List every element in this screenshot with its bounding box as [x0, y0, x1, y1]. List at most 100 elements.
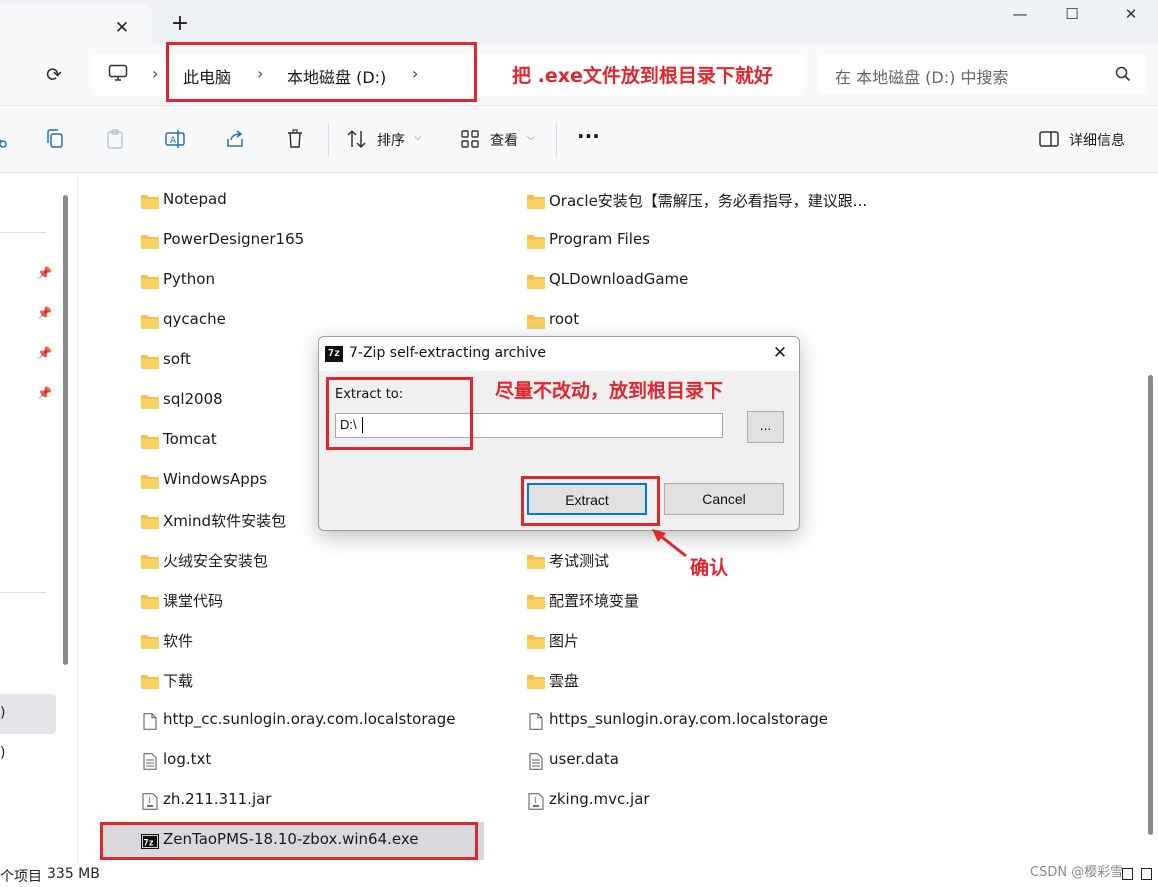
- chevron-down-icon: ⌵: [527, 132, 535, 143]
- chevron-down-icon: ⌵: [414, 132, 422, 143]
- folder-icon: [140, 273, 160, 290]
- sort-button[interactable]: 排序: [377, 130, 405, 150]
- selected-file-highlight-box: [100, 822, 478, 860]
- item-name: 软件: [163, 632, 194, 650]
- file-item[interactable]: user.data: [526, 746, 906, 776]
- details-pane-icon[interactable]: [1038, 128, 1060, 150]
- nav-item-label-fragment[interactable]: ): [0, 745, 5, 761]
- annotation-top-note: 把 .exe文件放到根目录下就好: [512, 65, 773, 87]
- folder-icon: [526, 233, 546, 250]
- pin-icon[interactable]: 📌: [37, 386, 52, 400]
- folder-icon: [526, 313, 546, 330]
- dialog-titlebar[interactable]: 7z 7-Zip self-extracting archive ✕: [319, 337, 799, 371]
- folder-icon: [140, 473, 160, 490]
- details-button[interactable]: 详细信息: [1069, 130, 1125, 150]
- toolbar-divider: [556, 123, 557, 157]
- item-name: Oracle安装包【需解压，务必看指导，建议跟...: [549, 192, 868, 210]
- rename-icon[interactable]: A: [164, 128, 186, 150]
- browse-button[interactable]: ...: [747, 411, 784, 443]
- tab-close-button[interactable]: ✕: [112, 18, 132, 38]
- item-name: 雲盘: [549, 672, 580, 690]
- dialog-title: 7-Zip self-extracting archive: [349, 345, 546, 361]
- pin-icon[interactable]: 📌: [37, 266, 52, 280]
- folder-icon: [526, 593, 546, 610]
- status-selection-size: 335 MB: [47, 866, 100, 882]
- item-name: qycache: [163, 310, 226, 328]
- new-tab-button[interactable]: +: [170, 13, 190, 35]
- file-item[interactable]: log.txt: [140, 746, 500, 776]
- watermark-text: CSDN @樱彩雪: [1030, 865, 1124, 880]
- nav-item-label-fragment[interactable]: ): [0, 705, 5, 721]
- folder-item[interactable]: 软件: [140, 626, 500, 656]
- item-name: soft: [163, 350, 191, 368]
- folder-icon: [140, 593, 160, 610]
- annotation-dialog-note: 尽量不改动，放到根目录下: [495, 380, 724, 402]
- folder-item[interactable]: QLDownloadGame: [526, 266, 906, 296]
- tiles-view-toggle-icon[interactable]: [1141, 868, 1152, 880]
- nav-divider: [0, 232, 46, 233]
- folder-item[interactable]: 配置环境变量: [526, 586, 906, 616]
- folder-item[interactable]: Notepad: [140, 186, 500, 216]
- search-input[interactable]: 在 本地磁盘 (D:) 中搜索: [835, 64, 1008, 88]
- delete-icon[interactable]: [284, 128, 306, 150]
- pin-icon[interactable]: 📌: [37, 306, 52, 320]
- breadcrumb-separator: ›: [152, 64, 159, 83]
- item-name: 图片: [549, 632, 580, 650]
- folder-item[interactable]: root: [526, 306, 906, 336]
- folder-item[interactable]: PowerDesigner165: [140, 226, 500, 256]
- copy-icon[interactable]: [44, 128, 66, 150]
- cancel-button[interactable]: Cancel: [664, 483, 784, 515]
- paste-icon[interactable]: [104, 128, 126, 150]
- folder-item[interactable]: Oracle安装包【需解压，务必看指导，建议跟...: [526, 186, 906, 216]
- file-icon: [140, 713, 160, 730]
- nav-item-selected[interactable]: [0, 694, 56, 734]
- pin-icon[interactable]: 📌: [37, 346, 52, 360]
- folder-icon: [526, 273, 546, 290]
- item-name: zking.mvc.jar: [549, 790, 650, 808]
- cut-icon[interactable]: [0, 128, 10, 150]
- toolbar-divider: [328, 123, 329, 157]
- file-item[interactable]: https_sunlogin.oray.com.localstorage: [526, 706, 906, 736]
- file-icon: [526, 713, 546, 730]
- item-name: PowerDesigner165: [163, 230, 305, 248]
- folder-item[interactable]: 下载: [140, 666, 500, 696]
- window-close-button[interactable]: ✕: [1117, 2, 1145, 26]
- search-icon[interactable]: [1114, 65, 1132, 83]
- folder-item[interactable]: Python: [140, 266, 500, 296]
- file-item[interactable]: zking.mvc.jar: [526, 786, 906, 816]
- sort-icon[interactable]: [346, 128, 368, 150]
- refresh-icon[interactable]: ⟳: [42, 63, 66, 87]
- minimize-button[interactable]: —: [1006, 2, 1034, 26]
- share-icon[interactable]: [224, 128, 246, 150]
- nav-scrollbar[interactable]: [63, 195, 68, 665]
- folder-icon: [526, 673, 546, 690]
- file-item[interactable]: http_cc.sunlogin.oray.com.localstorage: [140, 706, 500, 736]
- annotation-confirm-note: 确认: [690, 557, 729, 579]
- item-name: sql2008: [163, 390, 223, 408]
- more-options-button[interactable]: ···: [577, 124, 600, 148]
- view-button[interactable]: 查看: [490, 130, 518, 150]
- item-name: Notepad: [163, 190, 227, 208]
- maximize-button[interactable]: ☐: [1058, 2, 1086, 26]
- file-list-scrollbar[interactable]: [1148, 375, 1153, 835]
- active-tab[interactable]: ✕: [0, 4, 152, 44]
- folder-icon: [140, 193, 160, 210]
- details-view-toggle-icon[interactable]: [1122, 868, 1133, 880]
- item-name: http_cc.sunlogin.oray.com.localstorage: [163, 710, 456, 728]
- folder-item[interactable]: 课堂代码: [140, 586, 500, 616]
- view-grid-icon[interactable]: [459, 128, 481, 150]
- folder-item[interactable]: 图片: [526, 626, 906, 656]
- search-box[interactable]: 在 本地磁盘 (D:) 中搜索: [818, 54, 1146, 94]
- folder-icon: [140, 233, 160, 250]
- item-name: https_sunlogin.oray.com.localstorage: [549, 710, 829, 728]
- folder-item[interactable]: 雲盘: [526, 666, 906, 696]
- file-item[interactable]: zh.211.311.jar: [140, 786, 500, 816]
- folder-item[interactable]: qycache: [140, 306, 500, 336]
- dialog-close-button[interactable]: ✕: [768, 341, 792, 365]
- folder-item[interactable]: Program Files: [526, 226, 906, 256]
- item-name: Xmind软件安装包: [163, 512, 287, 530]
- folder-icon: [140, 313, 160, 330]
- folder-item[interactable]: 火绒安全安装包: [140, 546, 500, 576]
- command-toolbar: A 排序 ⌵ 查看 ⌵ ··· 详细信息: [0, 106, 1158, 173]
- item-name: 下载: [163, 672, 194, 690]
